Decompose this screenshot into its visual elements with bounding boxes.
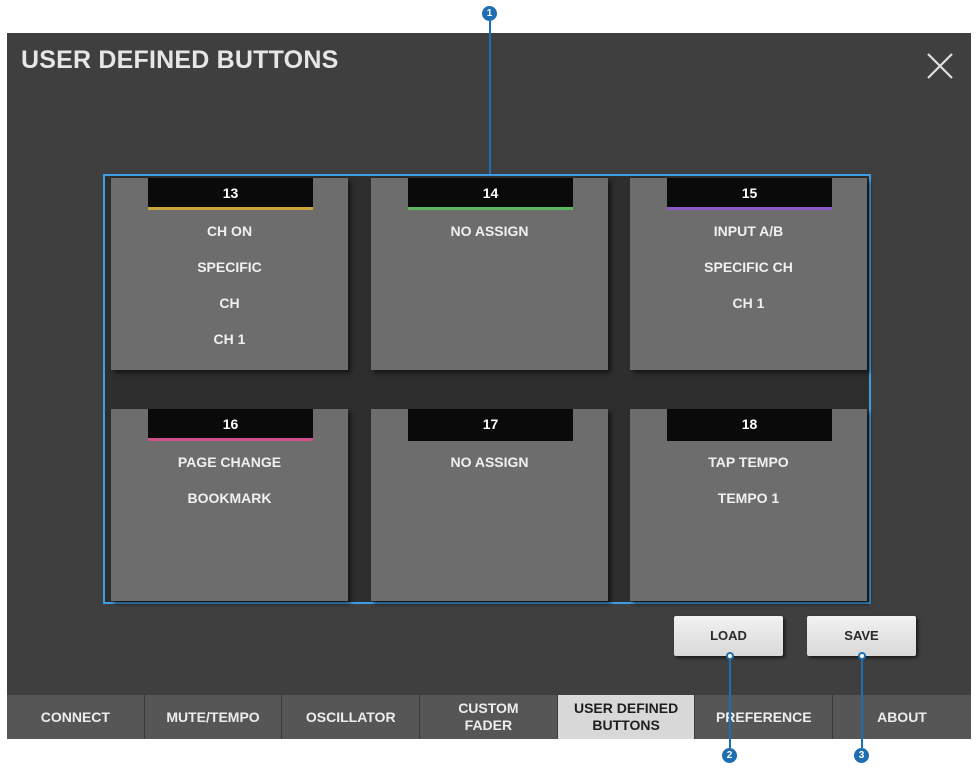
button-assignment: CH ON SPECIFIC CH CH 1 bbox=[111, 222, 348, 366]
dialog-title: USER DEFINED BUTTONS bbox=[21, 46, 339, 74]
button-color-stripe bbox=[148, 207, 313, 210]
user-button-13[interactable]: 13 CH ON SPECIFIC CH CH 1 bbox=[111, 178, 348, 370]
assignment-line: PAGE CHANGE bbox=[177, 454, 282, 470]
assignment-line: TEMPO 1 bbox=[717, 490, 780, 506]
callout-marker-3: 3 bbox=[854, 748, 869, 763]
button-number-label: 15 bbox=[667, 178, 832, 210]
close-icon[interactable] bbox=[925, 51, 955, 81]
button-number-label: 13 bbox=[148, 178, 313, 210]
tab-user-defined-buttons[interactable]: USER DEFINED BUTTONS bbox=[557, 695, 696, 739]
callout-marker-1: 1 bbox=[482, 6, 497, 21]
button-color-stripe bbox=[667, 438, 832, 441]
button-assignment: TAP TEMPO TEMPO 1 bbox=[630, 453, 867, 525]
callout-dot-2 bbox=[726, 652, 734, 660]
button-assignment: NO ASSIGN bbox=[371, 453, 608, 489]
assignment-line: NO ASSIGN bbox=[450, 454, 529, 470]
assignment-line: CH bbox=[219, 295, 240, 311]
user-button-14[interactable]: 14 NO ASSIGN bbox=[371, 178, 608, 370]
callout-marker-2: 2 bbox=[722, 748, 737, 763]
button-color-stripe bbox=[148, 438, 313, 441]
button-number-label: 14 bbox=[408, 178, 573, 210]
assignment-line: NO ASSIGN bbox=[450, 223, 529, 239]
tab-preference[interactable]: PREFERENCE bbox=[695, 695, 834, 739]
tab-bar: CONNECT MUTE/TEMPO OSCILLATOR CUSTOM FAD… bbox=[7, 695, 971, 739]
save-button[interactable]: SAVE bbox=[807, 616, 916, 656]
assignment-line: CH ON bbox=[206, 223, 253, 239]
assignment-line: CH 1 bbox=[213, 331, 246, 347]
assignment-line: INPUT A/B bbox=[713, 223, 784, 239]
button-assignment: INPUT A/B SPECIFIC CH CH 1 bbox=[630, 222, 867, 330]
user-button-16[interactable]: 16 PAGE CHANGE BOOKMARK bbox=[111, 409, 348, 601]
tab-oscillator[interactable]: OSCILLATOR bbox=[282, 695, 421, 739]
button-color-stripe bbox=[667, 207, 832, 210]
button-number-label: 17 bbox=[408, 409, 573, 441]
button-number-label: 18 bbox=[667, 409, 832, 441]
assignment-line: SPECIFIC bbox=[197, 259, 262, 275]
callout-line-3 bbox=[861, 656, 863, 748]
tab-about[interactable]: ABOUT bbox=[833, 695, 971, 739]
user-button-15[interactable]: 15 INPUT A/B SPECIFIC CH CH 1 bbox=[630, 178, 867, 370]
assignment-line: BOOKMARK bbox=[187, 490, 272, 506]
button-number-label: 16 bbox=[148, 409, 313, 441]
user-button-18[interactable]: 18 TAP TEMPO TEMPO 1 bbox=[630, 409, 867, 601]
callout-line-2 bbox=[729, 656, 731, 748]
callout-dot-3 bbox=[858, 652, 866, 660]
user-button-17[interactable]: 17 NO ASSIGN bbox=[371, 409, 608, 601]
user-button-grid: 13 CH ON SPECIFIC CH CH 1 14 NO ASSIGN 1… bbox=[103, 174, 871, 604]
load-button[interactable]: LOAD bbox=[674, 616, 783, 656]
tab-connect[interactable]: CONNECT bbox=[7, 695, 145, 739]
assignment-line: TAP TEMPO bbox=[708, 454, 789, 470]
tab-mute-tempo[interactable]: MUTE/TEMPO bbox=[145, 695, 283, 739]
tab-custom-fader[interactable]: CUSTOM FADER bbox=[420, 695, 558, 739]
button-color-stripe bbox=[408, 207, 573, 210]
assignment-line: SPECIFIC CH bbox=[704, 259, 793, 275]
button-assignment: PAGE CHANGE BOOKMARK bbox=[111, 453, 348, 525]
assignment-line: CH 1 bbox=[732, 295, 765, 311]
button-assignment: NO ASSIGN bbox=[371, 222, 608, 258]
callout-line-1 bbox=[489, 20, 491, 174]
button-color-stripe bbox=[408, 438, 573, 441]
